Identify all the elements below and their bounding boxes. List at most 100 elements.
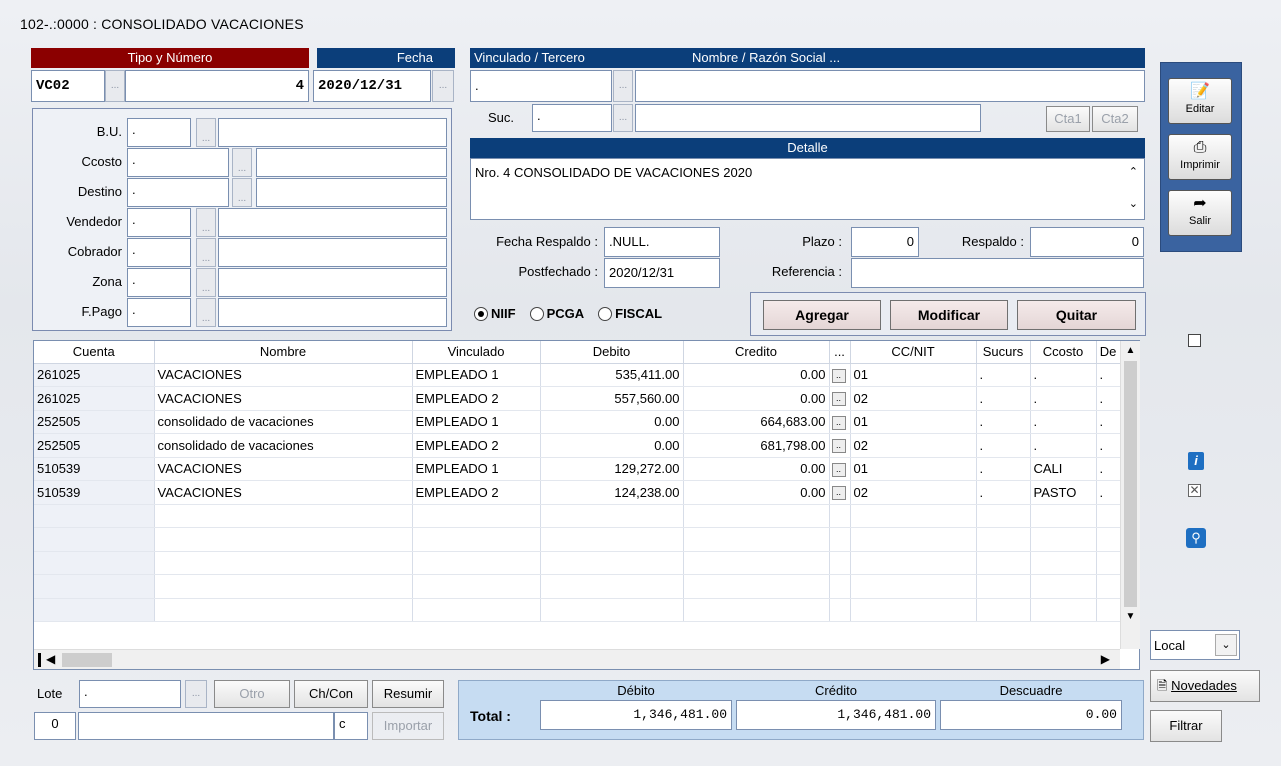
table-cell[interactable]: 664,683.00 [683,410,830,434]
table-cell[interactable]: . [1096,433,1121,458]
table-cell[interactable] [850,598,977,622]
vinculado-lookup-button[interactable]: ... [613,70,633,102]
table-cell[interactable]: 0.00 [683,480,830,505]
table-cell[interactable]: . [1030,433,1097,458]
otro-button[interactable]: Otro [214,680,290,708]
referencia-input[interactable] [851,258,1144,288]
table-cell[interactable]: .. [829,480,851,505]
table-cell[interactable]: . [976,363,1031,387]
bu-lookup-button[interactable]: ... [196,118,216,147]
plazo-input[interactable]: 0 [851,227,919,257]
table-cell[interactable]: 252505 [34,433,155,458]
table-cell[interactable] [829,551,851,575]
table-cell[interactable]: 0.00 [683,363,830,387]
lote-input[interactable]: . [79,680,181,708]
column-header[interactable]: ... [829,341,851,364]
radio-fiscal[interactable]: FISCAL [598,306,662,321]
table-cell[interactable] [540,551,684,575]
radio-pcga-circle[interactable] [529,306,544,321]
table-cell[interactable]: CALI [1030,457,1097,481]
fecha-respaldo-input[interactable]: .NULL. [604,227,720,257]
table-row[interactable] [34,551,1121,575]
column-header[interactable]: Vinculado [412,341,541,364]
column-header[interactable]: Ccosto [1030,341,1097,364]
table-cell[interactable]: .. [829,433,851,458]
row-lookup-button[interactable]: .. [831,439,846,454]
razon-social-input[interactable] [635,70,1145,102]
table-cell[interactable] [850,551,977,575]
table-cell[interactable]: 01 [850,410,977,434]
table-cell[interactable] [683,598,830,622]
table-cell[interactable] [412,504,541,528]
table-row[interactable]: 510539 VACACIONES EMPLEADO 2 124,238.00 0.00… [34,480,1121,505]
table-cell[interactable] [1030,574,1097,599]
table-cell[interactable]: 0.00 [683,386,830,411]
table-cell[interactable] [154,574,413,599]
table-cell[interactable] [976,551,1031,575]
table-cell[interactable]: . [1096,410,1121,434]
ccosto-name-input[interactable] [256,148,447,177]
table-cell[interactable] [1096,574,1121,599]
radio-niif-circle[interactable] [474,306,488,321]
table-cell[interactable] [1096,504,1121,528]
table-cell[interactable] [34,574,155,599]
fpago-name-input[interactable] [218,298,447,327]
fecha-input[interactable]: 2020/12/31 [313,70,431,102]
tipo-lookup-button[interactable]: ... [105,70,125,102]
vertical-scroll-thumb[interactable] [1124,361,1137,607]
horizontal-scrollbar[interactable]: ◀ ▶ [34,649,1120,669]
table-cell[interactable]: VACACIONES [154,457,413,481]
cta2-button[interactable]: Cta2 [1092,106,1138,132]
table-cell[interactable]: EMPLEADO 2 [412,480,541,505]
ccosto-lookup-button[interactable]: ... [232,148,252,177]
table-cell[interactable]: 02 [850,433,977,458]
suc-lookup-button[interactable]: ... [613,104,633,132]
table-cell[interactable] [829,504,851,528]
table-cell[interactable]: 0.00 [540,410,684,434]
column-header[interactable]: Cuenta [34,341,155,364]
table-cell[interactable]: . [976,480,1031,505]
cobrador-name-input[interactable] [218,238,447,267]
column-header[interactable]: Debito [540,341,684,364]
close-box-icon[interactable]: ✕ [1188,484,1201,497]
bu-code-input[interactable]: . [127,118,191,147]
table-cell[interactable] [976,574,1031,599]
column-header[interactable]: Credito [683,341,830,364]
table-cell[interactable]: 261025 [34,363,155,387]
modificar-button[interactable]: Modificar [890,300,1008,330]
table-cell[interactable] [683,551,830,575]
table-cell[interactable]: EMPLEADO 2 [412,386,541,411]
table-cell[interactable] [683,527,830,552]
zona-name-input[interactable] [218,268,447,297]
table-cell[interactable]: .. [829,363,851,387]
table-cell[interactable] [540,574,684,599]
table-cell[interactable] [34,504,155,528]
row-lookup-button[interactable]: .. [831,486,846,501]
table-cell[interactable] [1030,527,1097,552]
quitar-button[interactable]: Quitar [1017,300,1136,330]
table-cell[interactable]: VACACIONES [154,386,413,411]
radio-pcga[interactable]: PCGA [529,306,584,321]
destino-code-input[interactable]: . [127,178,229,207]
table-cell[interactable] [34,527,155,552]
lote-lookup-button[interactable]: ... [185,680,207,708]
table-cell[interactable]: . [1096,363,1121,387]
row-lookup-button[interactable]: .. [831,462,846,477]
column-header[interactable]: Sucurs [976,341,1031,364]
imprimir-button[interactable]: ⎙ Imprimir [1168,134,1232,180]
detalle-textarea[interactable]: Nro. 4 CONSOLIDADO DE VACACIONES 2020 ⌃ … [470,158,1145,220]
column-header[interactable]: De [1096,341,1121,364]
table-cell[interactable] [34,598,155,622]
table-cell[interactable] [850,574,977,599]
scroll-left-icon[interactable]: ◀ [46,652,55,666]
suc-code-input[interactable]: . [532,104,612,132]
table-cell[interactable] [412,527,541,552]
table-cell[interactable]: VACACIONES [154,363,413,387]
column-header[interactable]: Nombre [154,341,413,364]
scroll-up-icon[interactable]: ⌃ [1129,165,1138,178]
table-cell[interactable]: 510539 [34,480,155,505]
table-cell[interactable]: 510539 [34,457,155,481]
cobrador-lookup-button[interactable]: ... [196,238,216,267]
table-cell[interactable]: . [1030,386,1097,411]
scroll-up-icon[interactable]: ▲ [1121,341,1140,361]
